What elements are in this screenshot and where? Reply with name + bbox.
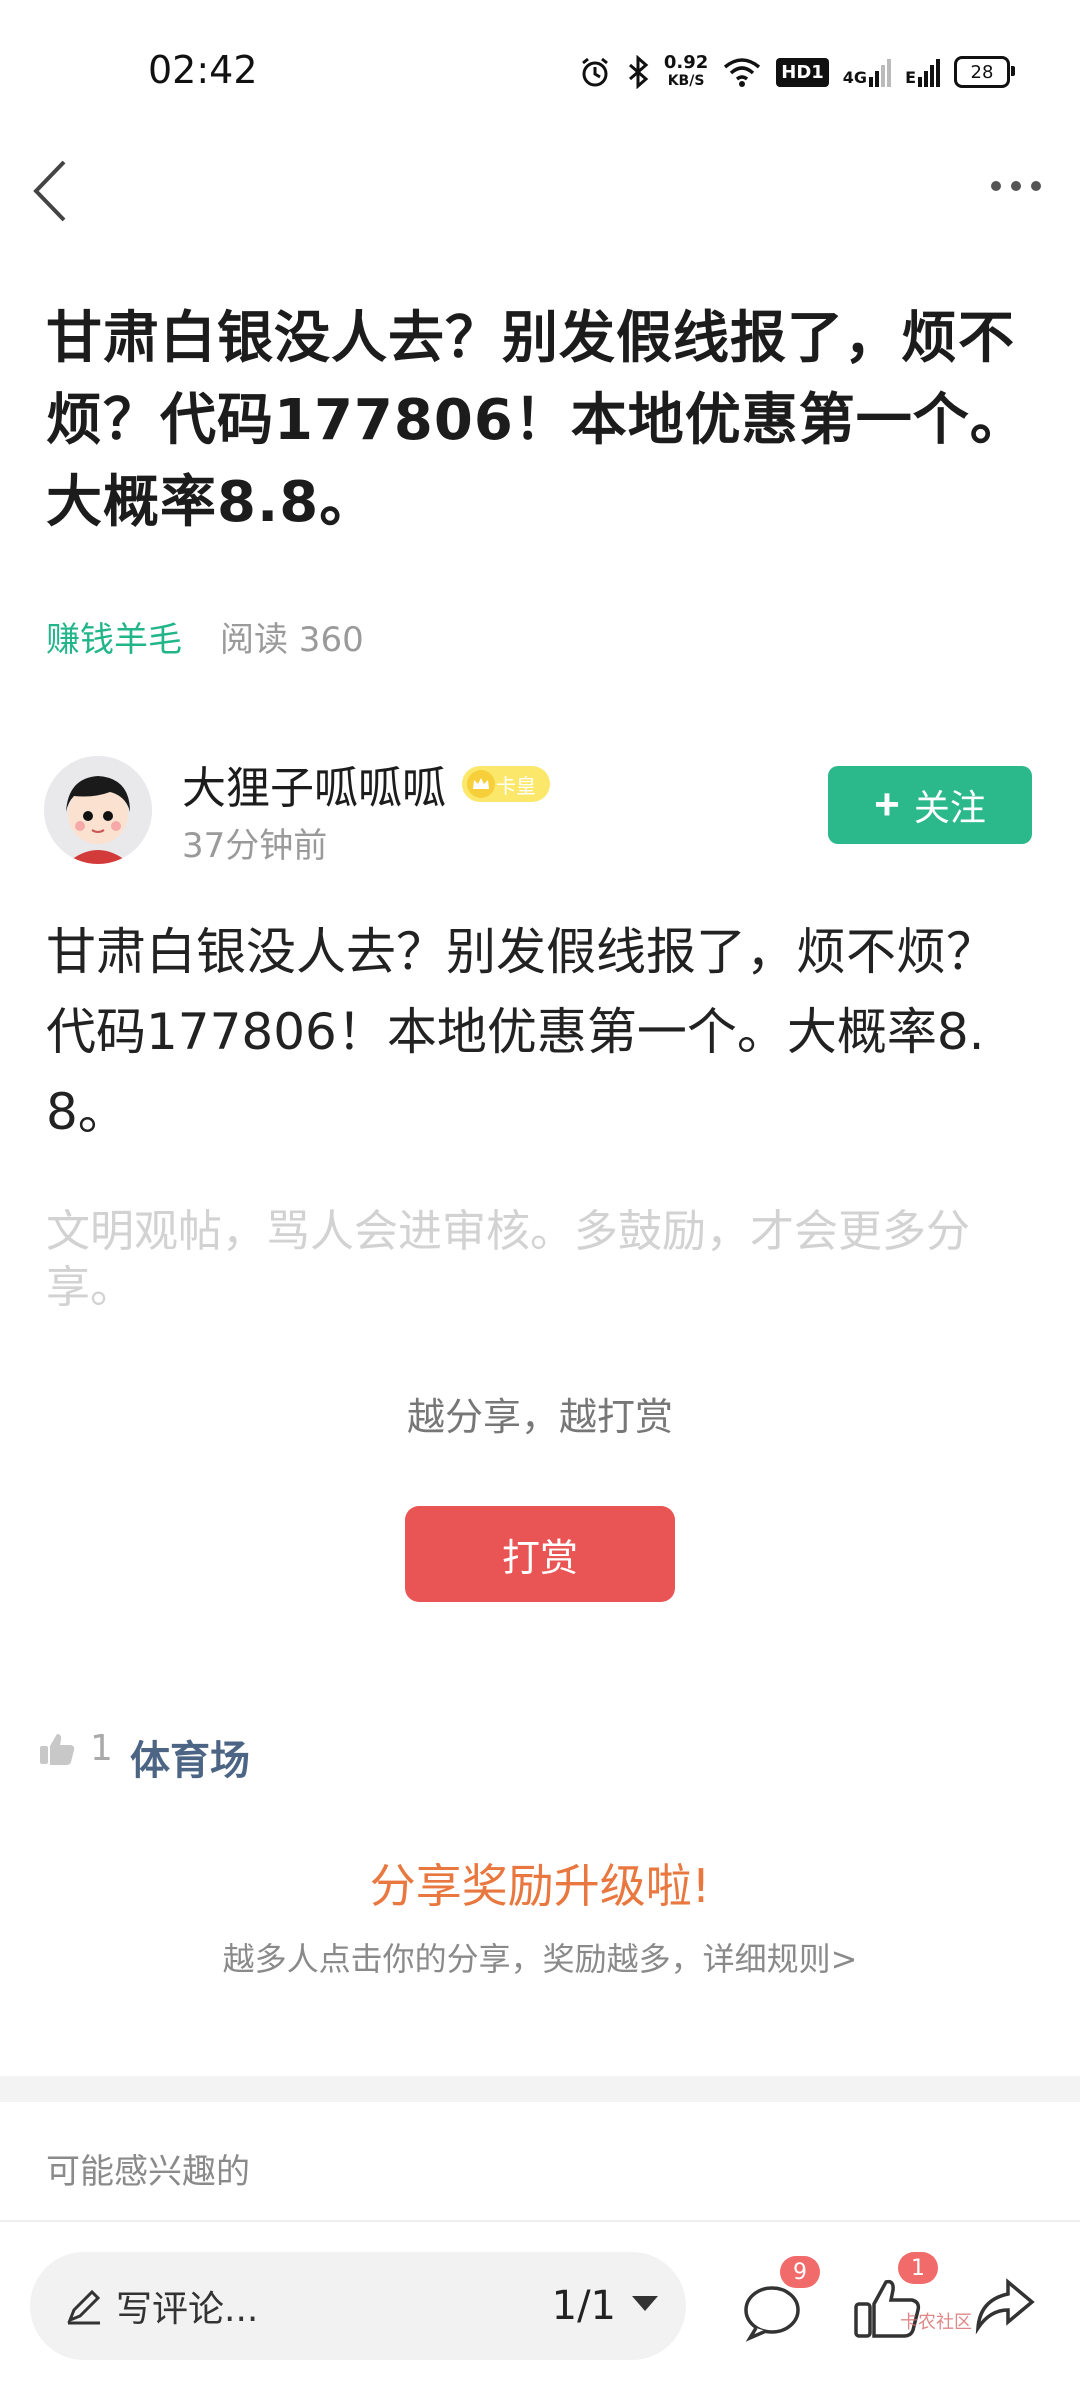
share-button[interactable] <box>968 2272 1040 2344</box>
comments-button[interactable]: 9 <box>738 2256 820 2344</box>
section-divider <box>0 2076 1080 2102</box>
crown-icon <box>467 770 495 798</box>
promo-rules-link[interactable]: 越多人点击你的分享，奖励越多，详细规则> <box>0 1934 1080 1980</box>
divider-line <box>0 2220 1080 2222</box>
signal-e: E <box>905 57 940 87</box>
share-icon <box>975 2278 1035 2335</box>
hd-badge: HD1 <box>776 57 829 87</box>
like-count: 1 <box>90 1728 113 1769</box>
page-indicator[interactable]: 1/1 <box>552 2283 616 2329</box>
post-meta: 赚钱羊毛 阅读 360 <box>46 612 364 661</box>
reward-button[interactable]: 打赏 <box>405 1506 675 1602</box>
author-name[interactable]: 大狸子呱呱呱 <box>182 752 446 816</box>
wifi-icon <box>724 58 761 87</box>
bluetooth-icon <box>628 55 649 89</box>
back-icon[interactable] <box>26 156 76 226</box>
net-speed: 0.92 KB/S <box>664 54 708 90</box>
battery-icon: 28 <box>954 56 1015 88</box>
comment-input[interactable]: 写评论... 1/1 <box>30 2252 686 2360</box>
watermark: 卡农社区 <box>900 2312 972 2333</box>
like-count-badge: 1 <box>898 2252 938 2284</box>
signal-e-label: E <box>905 68 916 87</box>
net-speed-value: 0.92 <box>663 52 709 73</box>
post-title: 甘肃白银没人去？别发假线报了，烦不烦？代码177806！本地优惠第一个。大概率8… <box>46 306 1027 535</box>
avatar[interactable] <box>44 756 152 864</box>
follow-button[interactable]: + 关注 <box>828 766 1032 844</box>
thumbs-up-icon <box>40 1733 75 1765</box>
signal-bars-icon <box>869 59 892 87</box>
signal-4g: 4G <box>842 57 892 87</box>
recommend-label: 可能感兴趣的 <box>46 2152 250 2192</box>
reward-slogan: 越分享，越打赏 <box>406 1395 673 1439</box>
post-body: 甘肃白银没人去？别发假线报了，烦不烦？代码177806！本地优惠第一个。大概率8… <box>46 923 996 1141</box>
signal-4g-label: 4G <box>842 68 868 87</box>
status-time: 02:42 <box>148 48 258 92</box>
comment-placeholder: 写评论... <box>116 2289 259 2330</box>
avatar-image <box>44 756 152 864</box>
signal-bars-icon <box>918 59 940 87</box>
promo-title: 分享奖励升级啦! <box>369 1859 711 1913</box>
like-info[interactable]: 1 <box>38 1728 113 1769</box>
more-icon[interactable] <box>986 166 1046 206</box>
pencil-icon <box>67 2289 101 2325</box>
alarm-icon <box>581 57 608 87</box>
author-row: 大狸子呱呱呱 卡皇 <box>182 752 550 816</box>
level-badge: 卡皇 <box>462 766 550 802</box>
level-badge-label: 卡皇 <box>496 773 536 798</box>
topic-link[interactable]: 体育场 <box>130 1728 250 1786</box>
chevron-down-icon[interactable] <box>632 2296 658 2311</box>
civility-hint: 文明观帖，骂人会进审核。多鼓励，才会更多分享。 <box>46 1206 970 1313</box>
post-time: 37分钟前 <box>182 826 328 866</box>
status-icons: 0.92 KB/S HD1 4G E 28 <box>578 48 1015 96</box>
follow-label: 关注 <box>913 787 986 828</box>
plus-icon: + <box>874 780 900 829</box>
comment-count-badge: 9 <box>780 2256 820 2288</box>
category-link[interactable]: 赚钱羊毛 <box>46 612 182 661</box>
read-count: 阅读 360 <box>220 620 364 660</box>
net-speed-unit: KB/S <box>667 73 705 89</box>
